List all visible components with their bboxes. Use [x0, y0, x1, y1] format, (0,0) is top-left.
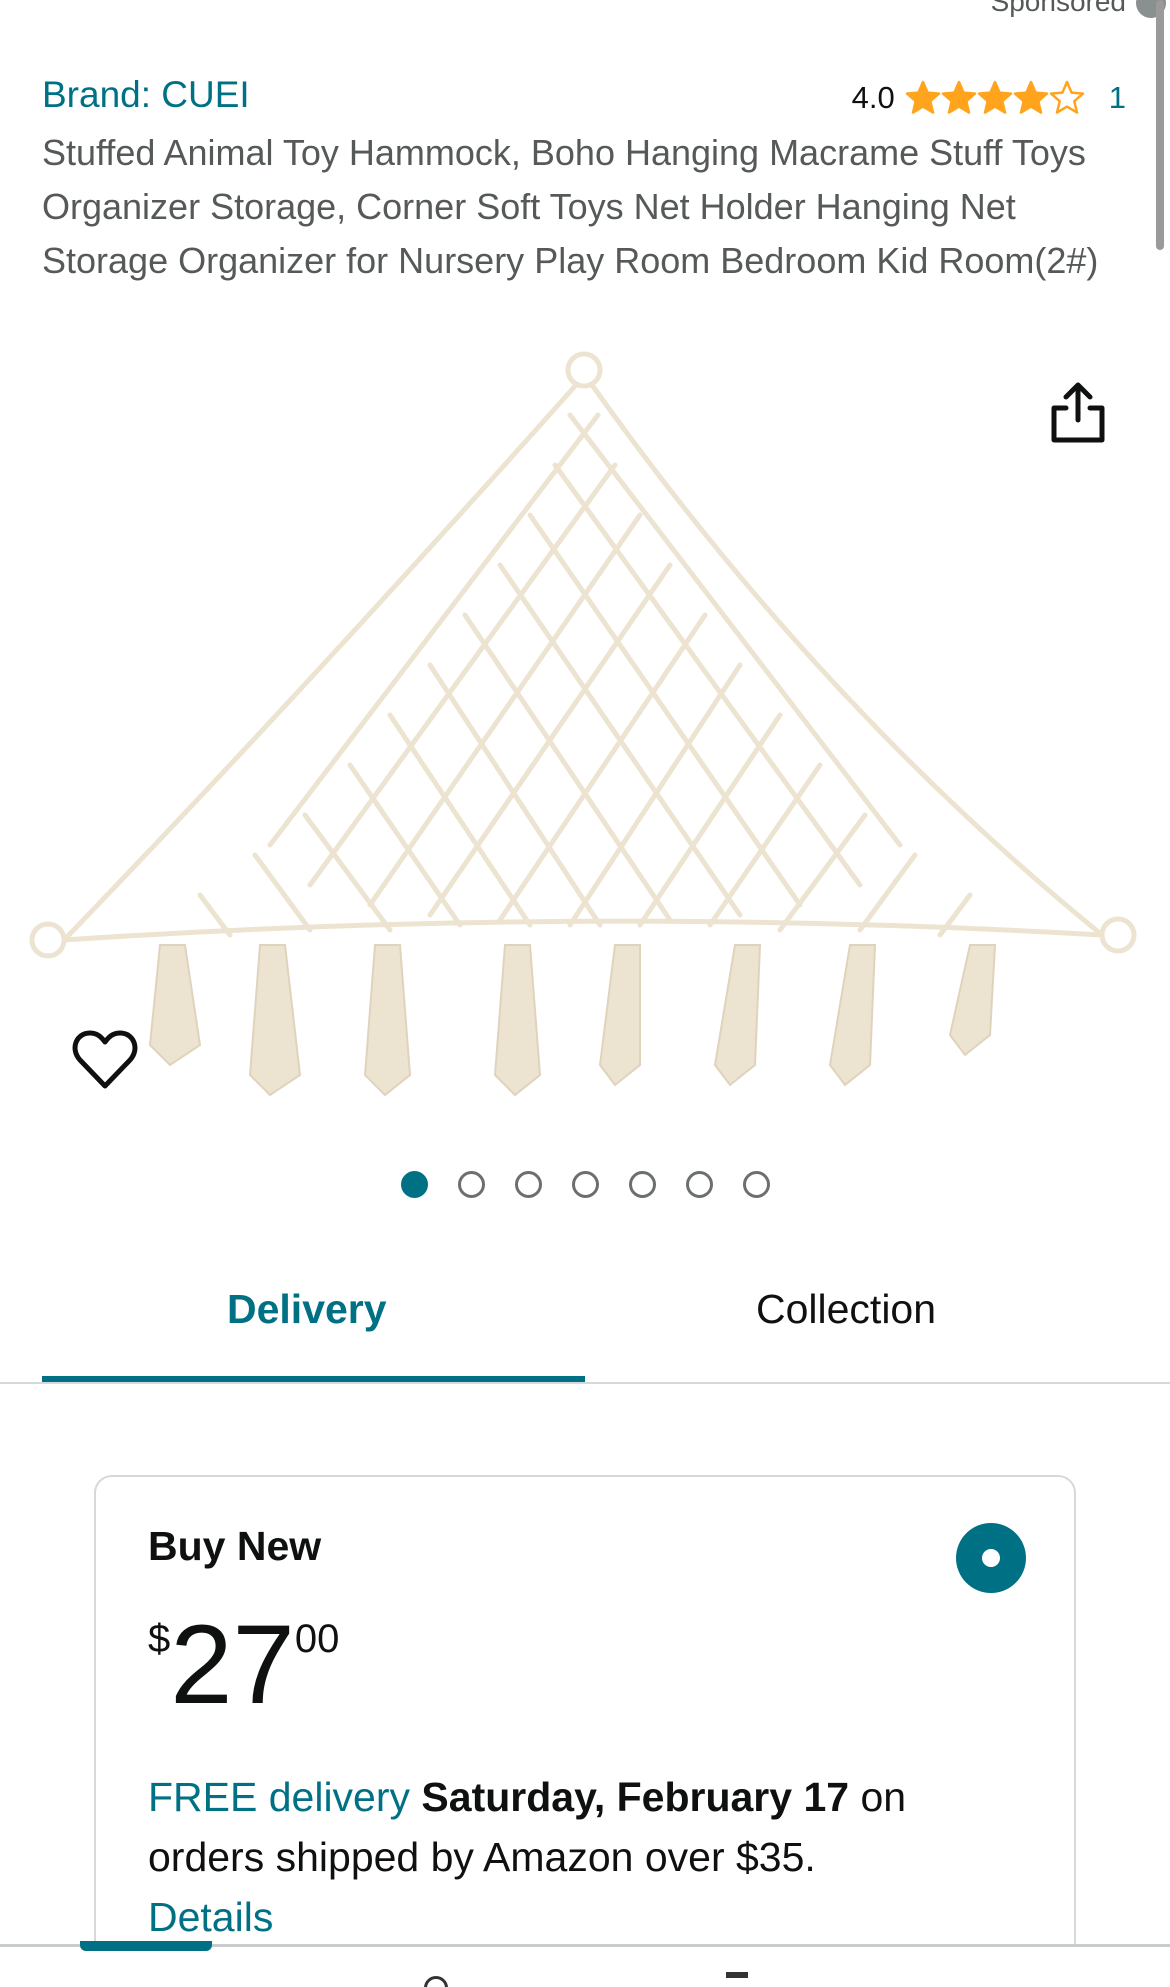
sponsored-label: Sponsored — [990, 0, 1126, 17]
hammock-left-loop — [29, 921, 67, 959]
share-icon[interactable] — [1048, 380, 1108, 444]
star-filled-icon — [1013, 80, 1048, 114]
buy-new-option[interactable]: Buy New $ 27 00 FREE delivery Saturday, … — [94, 1475, 1076, 1987]
fulfillment-tabs: Delivery Collection — [42, 1260, 1170, 1384]
tab-delivery[interactable]: Delivery — [227, 1286, 387, 1333]
star-filled-icon — [941, 80, 976, 114]
tassel — [148, 944, 202, 1067]
rating-summary[interactable]: 4.0 1 — [852, 80, 1126, 116]
tassel — [948, 944, 997, 1057]
rating-value: 4.0 — [851, 80, 895, 115]
price-symbol: $ — [148, 1617, 171, 1661]
price-whole: 27 — [170, 1602, 295, 1727]
scrollbar[interactable] — [1156, 0, 1164, 250]
carousel-dot[interactable] — [571, 1171, 599, 1198]
carousel-dot[interactable] — [514, 1171, 542, 1198]
buy-new-radio[interactable] — [956, 1523, 1026, 1593]
carousel-dot[interactable] — [742, 1171, 770, 1198]
tassel — [493, 944, 542, 1097]
star-filled-icon — [905, 80, 940, 114]
price: $ 27 00 — [148, 1607, 339, 1723]
heart-icon[interactable] — [72, 1028, 138, 1090]
tassel — [828, 944, 877, 1087]
price-fraction: 00 — [294, 1617, 340, 1661]
free-delivery-link[interactable]: FREE delivery — [148, 1774, 410, 1820]
divider — [0, 1382, 1170, 1384]
carousel-dot[interactable] — [400, 1171, 428, 1198]
product-image[interactable] — [0, 345, 1170, 1125]
delivery-message: FREE delivery Saturday, February 17 on o… — [148, 1767, 1028, 1947]
carousel-dot[interactable] — [457, 1171, 485, 1198]
hammock-right-loop — [1099, 916, 1137, 954]
carousel-dot[interactable] — [685, 1171, 713, 1198]
brand-link[interactable]: Brand: CUEI — [42, 74, 250, 116]
star-empty-icon — [1049, 80, 1084, 114]
tassel — [248, 944, 302, 1097]
tassel — [598, 944, 641, 1087]
rating-stars — [905, 80, 1085, 116]
menu-icon[interactable] — [726, 1972, 748, 1978]
details-link[interactable]: Details — [148, 1887, 1028, 1947]
delivery-date: Saturday, February 17 — [421, 1774, 850, 1820]
carousel-dot[interactable] — [628, 1171, 656, 1198]
tab-collection[interactable]: Collection — [756, 1286, 936, 1333]
product-title: Stuffed Animal Toy Hammock, Boho Hanging… — [42, 132, 1099, 281]
bottom-nav-active-indicator — [80, 1941, 212, 1951]
hammock-top-loop — [565, 351, 603, 389]
tassel — [713, 944, 762, 1087]
star-filled-icon — [977, 80, 1012, 114]
rating-count-link[interactable]: 1 — [1109, 80, 1126, 116]
buy-new-title: Buy New — [148, 1523, 322, 1569]
product-page: Sponsored Brand: CUEI 4.0 1 Stuffed Anim… — [0, 0, 1170, 1987]
image-carousel-dots — [0, 1171, 1170, 1198]
tassel — [363, 944, 412, 1097]
